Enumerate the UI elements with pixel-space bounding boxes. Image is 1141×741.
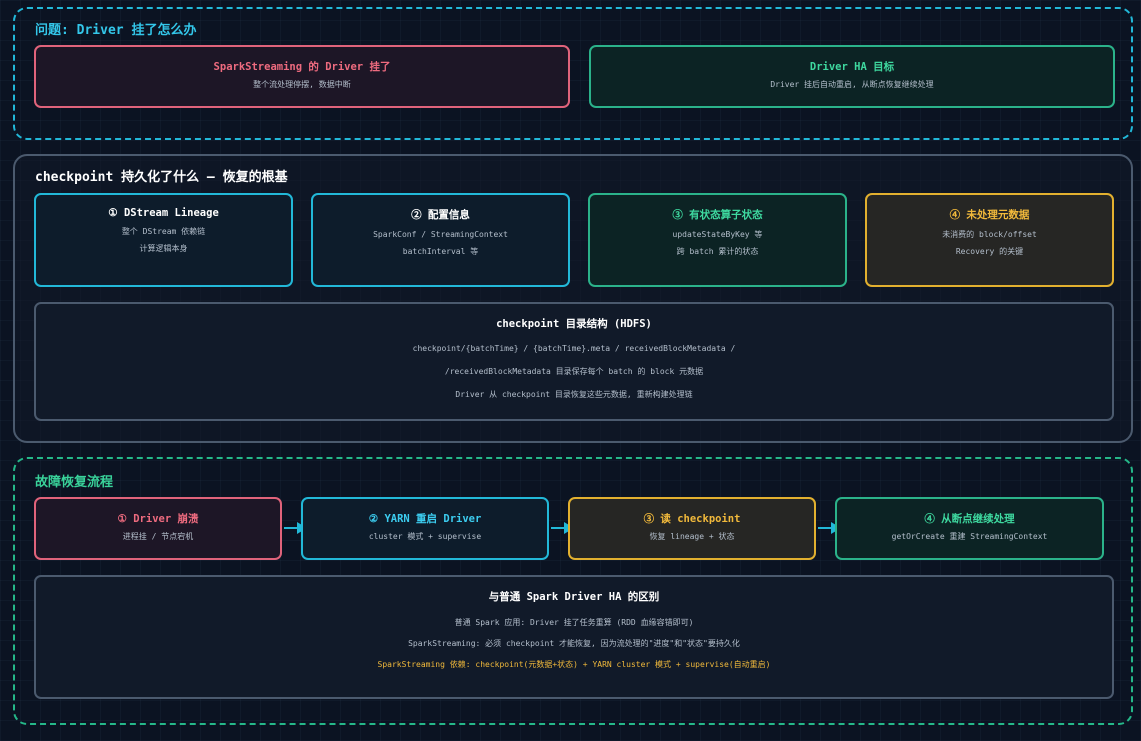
checkpoint-section: checkpoint 持久化了什么 — 恢复的根基 ① DStream Line… <box>13 154 1133 443</box>
checkpoint-item-config: ② 配置信息 SparkConf / StreamingContext batc… <box>311 193 570 287</box>
checkpoint-structure-box: checkpoint 目录结构 (HDFS) checkpoint/{batch… <box>34 302 1114 421</box>
driver-crash-desc: 整个流处理停摆, 数据中断 <box>253 80 351 89</box>
driver-ha-compare-line: SparkStreaming: 必须 checkpoint 才能恢复, 因为流处… <box>408 639 740 648</box>
flow-arrow <box>284 522 307 534</box>
checkpoint-item-line: SparkConf / StreamingContext <box>373 230 508 239</box>
flow-arrow <box>818 522 841 534</box>
problem-section: 问题: Driver 挂了怎么办 SparkStreaming 的 Driver… <box>13 7 1133 140</box>
recovery-step-desc: cluster 模式 + supervise <box>368 532 482 541</box>
checkpoint-item-title: ④ 未处理元数据 <box>949 209 1030 221</box>
checkpoint-item-line: 跨 batch 累计的状态 <box>676 247 759 256</box>
driver-ha-compare-line: 普通 Spark 应用: Driver 挂了任务重算 (RDD 血缘容错即可) <box>454 618 694 627</box>
driver-crash-box: SparkStreaming 的 Driver 挂了 整个流处理停摆, 数据中断 <box>34 45 570 108</box>
flow-arrow <box>551 522 574 534</box>
recovery-section: 故障恢复流程 ① Driver 崩溃 进程挂 / 节点宕机 ② YARN 重启 … <box>13 457 1133 725</box>
recovery-step-desc: 进程挂 / 节点宕机 <box>122 532 194 541</box>
recovery-section-title: 故障恢复流程 <box>35 475 114 490</box>
checkpoint-item-line: updateStateByKey 等 <box>672 230 763 239</box>
driver-ha-goal-desc: Driver 挂后自动重启, 从断点恢复继续处理 <box>770 80 934 89</box>
driver-ha-goal-title: Driver HA 目标 <box>809 61 895 73</box>
recovery-step-crash: ① Driver 崩溃 进程挂 / 节点宕机 <box>34 497 282 560</box>
recovery-step-title: ③ 读 checkpoint <box>643 513 741 525</box>
checkpoint-section-title: checkpoint 持久化了什么 — 恢复的根基 <box>35 170 288 185</box>
checkpoint-item-lineage: ① DStream Lineage 整个 DStream 依赖链 计算逻辑本身 <box>34 193 293 287</box>
problem-section-title: 问题: Driver 挂了怎么办 <box>35 23 197 38</box>
recovery-step-title: ④ 从断点继续处理 <box>924 513 1015 525</box>
driver-ha-compare-box: 与普通 Spark Driver HA 的区别 普通 Spark 应用: Dri… <box>34 575 1114 699</box>
checkpoint-structure-line: checkpoint/{batchTime} / {batchTime}.met… <box>412 344 736 353</box>
checkpoint-item-line: Recovery 的关键 <box>955 247 1024 256</box>
checkpoint-item-line: 整个 DStream 依赖链 <box>121 227 206 236</box>
recovery-step-title: ② YARN 重启 Driver <box>368 513 482 525</box>
driver-ha-goal-box: Driver HA 目标 Driver 挂后自动重启, 从断点恢复继续处理 <box>589 45 1115 108</box>
checkpoint-item-title: ① DStream Lineage <box>108 207 219 219</box>
checkpoint-structure-line: /receivedBlockMetadata 目录保存每个 batch 的 bl… <box>444 367 704 376</box>
checkpoint-structure-title: checkpoint 目录结构 (HDFS) <box>496 318 652 330</box>
checkpoint-item-metadata: ④ 未处理元数据 未消费的 block/offset Recovery 的关键 <box>865 193 1114 287</box>
checkpoint-structure-line: Driver 从 checkpoint 目录恢复这些元数据, 重新构建处理链 <box>455 390 693 399</box>
checkpoint-item-line: batchInterval 等 <box>402 247 479 256</box>
checkpoint-item-line: 未消费的 block/offset <box>942 230 1037 239</box>
checkpoint-item-state: ③ 有状态算子状态 updateStateByKey 等 跨 batch 累计的… <box>588 193 847 287</box>
recovery-step-desc: getOrCreate 重建 StreamingContext <box>891 532 1048 541</box>
driver-ha-compare-highlight: SparkStreaming 依赖: checkpoint(元数据+状态) + … <box>377 660 771 669</box>
recovery-step-title: ① Driver 崩溃 <box>117 513 199 525</box>
recovery-step-yarn-restart: ② YARN 重启 Driver cluster 模式 + supervise <box>301 497 549 560</box>
checkpoint-item-line: 计算逻辑本身 <box>139 244 188 253</box>
checkpoint-item-title: ② 配置信息 <box>411 209 470 221</box>
driver-ha-compare-title: 与普通 Spark Driver HA 的区别 <box>488 591 660 603</box>
recovery-step-read-checkpoint: ③ 读 checkpoint 恢复 lineage + 状态 <box>568 497 816 560</box>
recovery-step-resume: ④ 从断点继续处理 getOrCreate 重建 StreamingContex… <box>835 497 1104 560</box>
recovery-step-desc: 恢复 lineage + 状态 <box>649 532 735 541</box>
checkpoint-item-title: ③ 有状态算子状态 <box>672 209 763 221</box>
driver-crash-title: SparkStreaming 的 Driver 挂了 <box>213 61 391 73</box>
